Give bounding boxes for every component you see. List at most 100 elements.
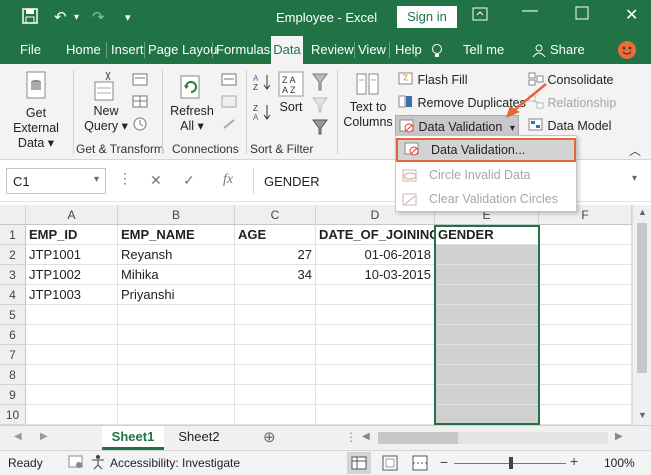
cell-f3[interactable]	[539, 265, 632, 285]
column-header-c[interactable]: C	[235, 205, 316, 225]
cell-f4[interactable]	[539, 285, 632, 305]
tab-home[interactable]: Home	[66, 36, 101, 64]
cell-e5[interactable]	[435, 305, 539, 325]
cell-c3[interactable]: 34	[235, 265, 316, 285]
cell-a4[interactable]: JTP1003	[26, 285, 118, 305]
cell-b8[interactable]	[118, 365, 235, 385]
zoom-level[interactable]: 100%	[604, 456, 635, 470]
cell-f8[interactable]	[539, 365, 632, 385]
tell-me-search[interactable]: Tell me	[463, 36, 504, 64]
page-break-view-icon[interactable]	[410, 454, 430, 475]
cell-d8[interactable]	[316, 365, 435, 385]
cell-f1[interactable]	[539, 225, 632, 245]
scroll-thumb[interactable]	[637, 223, 647, 373]
text-to-columns-button[interactable]: Text to Columns	[342, 70, 394, 130]
cell-f7[interactable]	[539, 345, 632, 365]
show-queries-icon[interactable]	[131, 72, 151, 92]
customize-toolbar-icon[interactable]: ▾	[125, 11, 131, 24]
accessibility-status[interactable]: Accessibility: Investigate	[110, 456, 240, 470]
cell-e1[interactable]: GENDER	[435, 225, 539, 245]
cell-c1[interactable]: AGE	[235, 225, 316, 245]
save-icon[interactable]	[22, 8, 38, 28]
cancel-icon[interactable]: ✕	[150, 172, 162, 189]
row-header-4[interactable]: 4	[0, 285, 26, 305]
properties-icon[interactable]	[220, 94, 240, 114]
add-sheet-icon[interactable]: ⊕	[263, 428, 276, 446]
tab-formulas[interactable]: Formulas	[216, 36, 270, 64]
tab-data[interactable]: Data	[271, 36, 303, 64]
share-icon[interactable]	[532, 36, 546, 64]
row-header-5[interactable]: 5	[0, 305, 26, 325]
cell-e3[interactable]	[435, 265, 539, 285]
filter-icon[interactable]	[310, 72, 330, 96]
tell-me-icon[interactable]	[430, 36, 444, 64]
cell-f9[interactable]	[539, 385, 632, 405]
next-sheet-icon[interactable]: ▶	[40, 431, 48, 442]
cell-e8[interactable]	[435, 365, 539, 385]
cell-b9[interactable]	[118, 385, 235, 405]
cell-a2[interactable]: JTP1001	[26, 245, 118, 265]
cell-d4[interactable]	[316, 285, 435, 305]
tab-insert[interactable]: Insert	[111, 36, 144, 64]
undo-icon[interactable]: ↶	[54, 8, 67, 26]
cell-e2[interactable]	[435, 245, 539, 265]
normal-view-icon[interactable]	[347, 452, 371, 474]
scroll-down-icon[interactable]: ▼	[638, 410, 647, 420]
cell-c7[interactable]	[235, 345, 316, 365]
advanced-filter-icon[interactable]	[310, 118, 330, 140]
cell-d5[interactable]	[316, 305, 435, 325]
cell-e9[interactable]	[435, 385, 539, 405]
tab-split-icon[interactable]: ⋮	[345, 430, 357, 444]
undo-dropdown-icon[interactable]: ▾	[74, 12, 79, 23]
cell-d3[interactable]: 10-03-2015	[316, 265, 435, 285]
cell-d10[interactable]	[316, 405, 435, 425]
ribbon-display-icon[interactable]	[472, 6, 488, 26]
row-header-8[interactable]: 8	[0, 365, 26, 385]
cell-e6[interactable]	[435, 325, 539, 345]
cell-f5[interactable]	[539, 305, 632, 325]
tab-help[interactable]: Help	[395, 36, 422, 64]
row-header-7[interactable]: 7	[0, 345, 26, 365]
menu-item-data-validation[interactable]: Data Validation...	[396, 138, 576, 162]
cell-d6[interactable]	[316, 325, 435, 345]
cell-c5[interactable]	[235, 305, 316, 325]
zoom-out-icon[interactable]: −	[440, 454, 448, 470]
cell-f2[interactable]	[539, 245, 632, 265]
menu-item-circle-invalid-data[interactable]: Circle Invalid Data	[396, 163, 576, 187]
cell-b4[interactable]: Priyanshi	[118, 285, 235, 305]
name-box-dropdown-icon[interactable]: ▾	[94, 174, 99, 185]
sheet-tab-sheet2[interactable]: Sheet2	[168, 426, 230, 450]
page-layout-view-icon[interactable]	[380, 454, 400, 475]
recent-sources-icon[interactable]	[131, 116, 151, 136]
cell-a9[interactable]	[26, 385, 118, 405]
share-button[interactable]: Share	[550, 36, 585, 64]
select-all-corner[interactable]	[0, 205, 26, 225]
cell-e10[interactable]	[435, 405, 539, 425]
sign-in-button[interactable]: Sign in	[397, 6, 457, 28]
cell-b5[interactable]	[118, 305, 235, 325]
enter-icon[interactable]: ✓	[183, 172, 195, 189]
cell-b6[interactable]	[118, 325, 235, 345]
cell-a1[interactable]: EMP_ID	[26, 225, 118, 245]
cell-c6[interactable]	[235, 325, 316, 345]
sheet-tab-sheet1[interactable]: Sheet1	[102, 426, 164, 450]
scroll-up-icon[interactable]: ▲	[638, 207, 647, 217]
cell-b3[interactable]: Mihika	[118, 265, 235, 285]
from-table-icon[interactable]	[131, 94, 151, 114]
get-external-data-button[interactable]: Get External Data ▾	[2, 70, 70, 151]
sort-ascending-icon[interactable]: AZ	[250, 72, 274, 96]
zoom-slider-thumb[interactable]	[509, 457, 513, 469]
refresh-all-button[interactable]: Refresh All ▾	[168, 70, 216, 134]
cell-a10[interactable]	[26, 405, 118, 425]
scroll-right-icon[interactable]: ▶	[615, 431, 623, 442]
cell-f10[interactable]	[539, 405, 632, 425]
row-header-3[interactable]: 3	[0, 265, 26, 285]
collapse-ribbon-icon[interactable]: ︿	[629, 142, 641, 159]
column-header-b[interactable]: B	[118, 205, 235, 225]
cell-b7[interactable]	[118, 345, 235, 365]
row-header-9[interactable]: 9	[0, 385, 26, 405]
scroll-left-icon[interactable]: ◀	[362, 431, 370, 442]
close-icon[interactable]: ✕	[625, 5, 638, 25]
row-header-10[interactable]: 10	[0, 405, 26, 425]
prev-sheet-icon[interactable]: ◀	[14, 431, 22, 442]
